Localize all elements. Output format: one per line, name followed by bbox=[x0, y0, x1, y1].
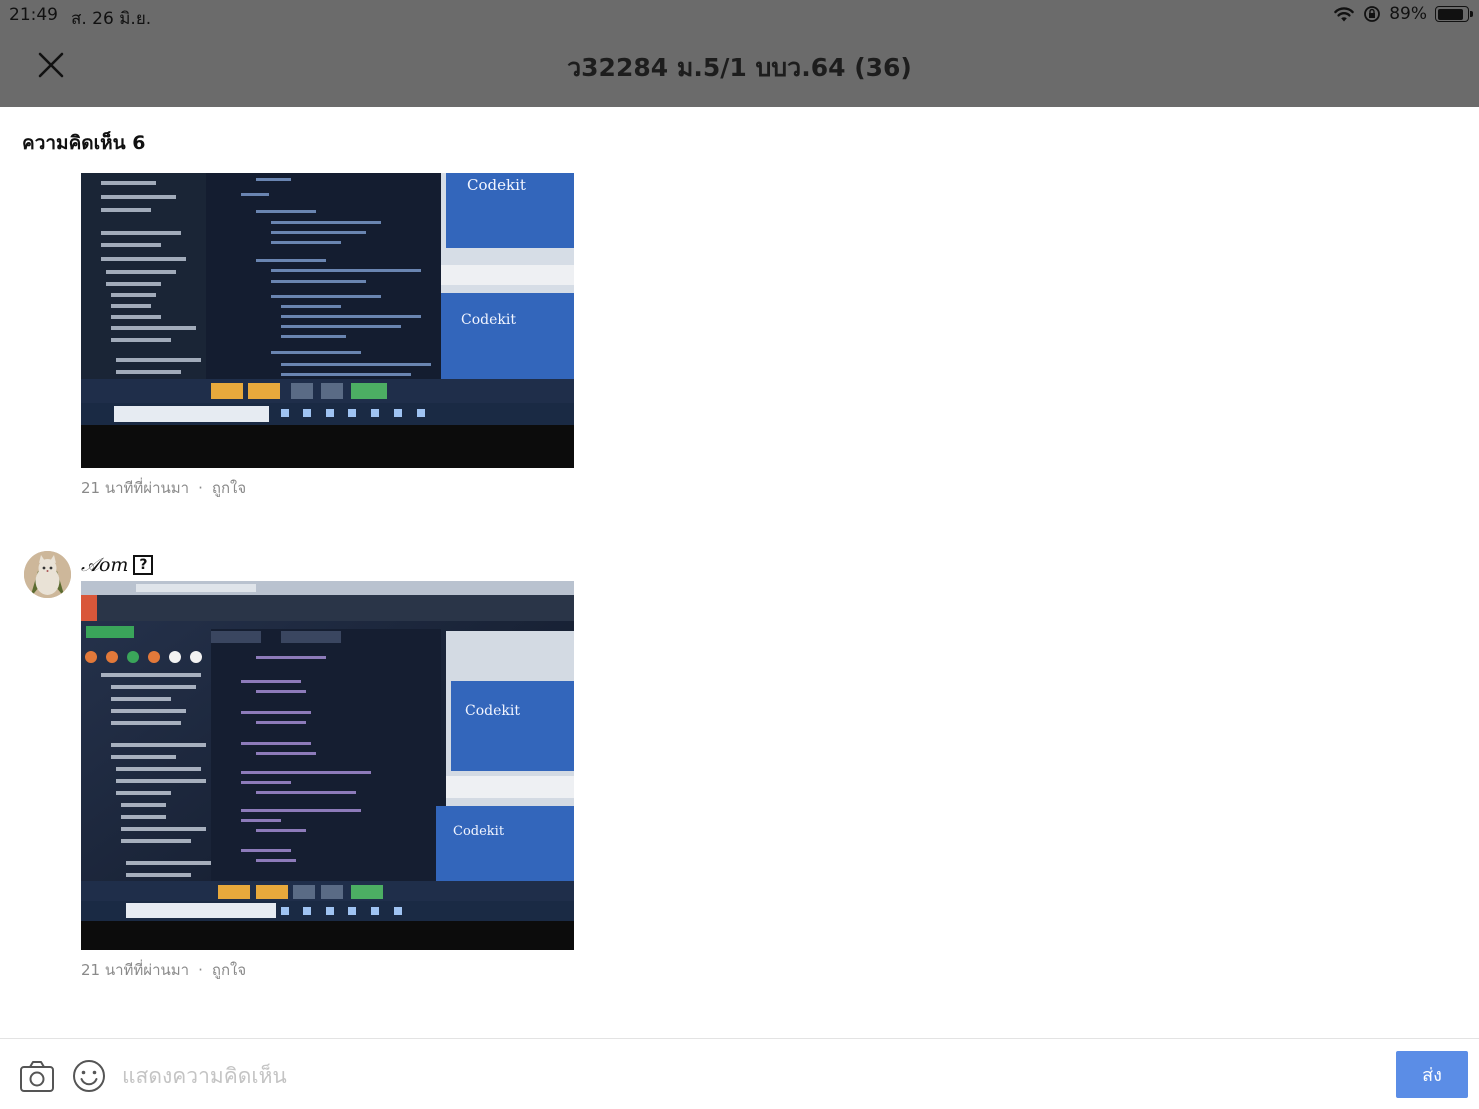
status-date: ส. 26 มิ.ย. bbox=[71, 9, 152, 29]
comment-photo[interactable]: Codekit Codekit bbox=[81, 581, 574, 950]
battery-icon bbox=[1435, 6, 1473, 22]
photo-label: Codekit bbox=[467, 176, 526, 194]
wifi-icon bbox=[1334, 7, 1355, 22]
status-bar: 21:49 ส. 26 มิ.ย. 89% bbox=[0, 0, 1479, 30]
send-button[interactable]: ส่ง bbox=[1396, 1051, 1468, 1098]
emoji-icon bbox=[73, 1060, 105, 1092]
meta-separator: · bbox=[198, 479, 203, 497]
author-badge: ? bbox=[133, 555, 154, 575]
comment-composer: ส่ง bbox=[0, 1038, 1479, 1109]
author-name[interactable]: 𝒜𝑜𝑚 bbox=[81, 554, 128, 576]
cat-avatar-icon bbox=[24, 551, 71, 598]
comments-heading: ความคิดเห็น 6 bbox=[22, 132, 146, 154]
like-link[interactable]: ถูกใจ bbox=[212, 479, 246, 497]
comment-meta: 21 นาทีที่ผ่านมา · ถูกใจ bbox=[81, 958, 246, 982]
header-bar: 21:49 ส. 26 มิ.ย. 89% ว32284 ม.5/1 บบว.6… bbox=[0, 0, 1479, 107]
photo-label: Codekit bbox=[461, 312, 516, 328]
meta-separator: · bbox=[198, 961, 203, 979]
camera-icon bbox=[20, 1061, 54, 1092]
comment-meta: 21 นาทีที่ผ่านมา · ถูกใจ bbox=[81, 476, 246, 500]
page-title: ว32284 ม.5/1 บบว.64 (36) bbox=[567, 53, 912, 82]
emoji-button[interactable] bbox=[72, 1059, 106, 1093]
orientation-lock-icon bbox=[1364, 6, 1381, 22]
battery-percent: 89% bbox=[1389, 4, 1427, 24]
photo-label: Codekit bbox=[465, 703, 520, 719]
comment-time: 21 นาทีที่ผ่านมา bbox=[81, 961, 190, 979]
comment-time: 21 นาทีที่ผ่านมา bbox=[81, 479, 190, 497]
comment-author[interactable]: 𝒜𝑜𝑚 ? bbox=[81, 554, 154, 576]
comment-input[interactable] bbox=[122, 1057, 1372, 1095]
status-time: 21:49 bbox=[9, 5, 58, 25]
like-link[interactable]: ถูกใจ bbox=[212, 961, 246, 979]
status-indicators: 89% bbox=[1333, 4, 1473, 24]
camera-button[interactable] bbox=[19, 1059, 55, 1093]
photo-label: Codekit bbox=[453, 824, 505, 839]
comment-photo[interactable]: Codekit Codekit bbox=[81, 173, 574, 468]
avatar[interactable] bbox=[24, 551, 71, 598]
